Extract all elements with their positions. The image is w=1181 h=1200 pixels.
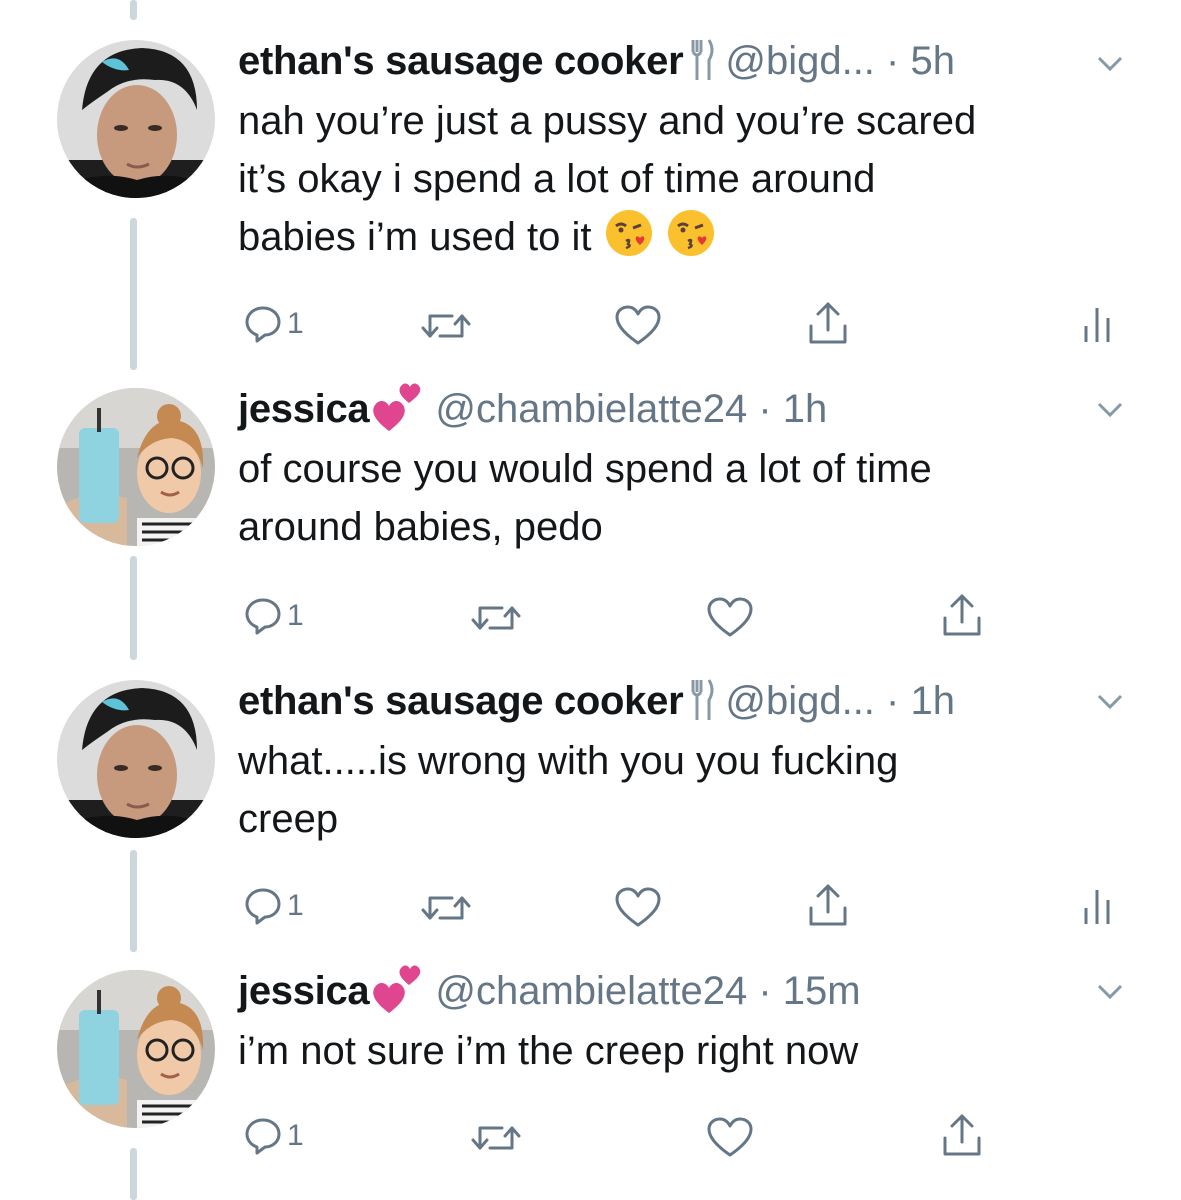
- share-icon: [943, 1114, 981, 1156]
- heart-icon: [615, 305, 661, 345]
- tweet[interactable]: jessica @chambielatte24 · 15m i’m not su…: [0, 960, 1181, 1200]
- kissing-face-emoji: [666, 208, 716, 274]
- reply-icon: [245, 888, 281, 925]
- tweet-text: of course you would spend a lot of time …: [238, 440, 1138, 556]
- tweet-line: i’m not sure i’m the creep right now: [238, 1029, 859, 1073]
- like-button[interactable]: [706, 1116, 754, 1158]
- tweet-line: nah you’re just a pussy and you’re scare…: [238, 99, 977, 143]
- reply-count: 1: [287, 889, 304, 922]
- analytics-button[interactable]: [1082, 886, 1112, 926]
- tweet-header: jessica @chambielatte24 · 15m: [238, 964, 861, 1016]
- chevron-down-icon[interactable]: [1095, 976, 1125, 1006]
- fork-and-knife-icon: [689, 36, 715, 87]
- analytics-button[interactable]: [1082, 304, 1112, 344]
- tweet-actions: 1: [0, 590, 1181, 640]
- tweet-actions: 1: [0, 880, 1181, 930]
- tweet-text: what.....is wrong with you you fucking c…: [238, 732, 1138, 848]
- tweet-line: babies i’m used to it: [238, 215, 592, 259]
- share-button[interactable]: [940, 592, 984, 638]
- tweet-line: around babies, pedo: [238, 505, 603, 549]
- share-button[interactable]: [806, 882, 850, 928]
- handle-and-time[interactable]: @chambielatte24 · 1h: [435, 387, 827, 432]
- tweet-line: creep: [238, 797, 339, 841]
- like-button[interactable]: [614, 304, 662, 346]
- tweet-actions: 1: [0, 1110, 1181, 1160]
- retweet-button[interactable]: [418, 890, 474, 926]
- avatar[interactable]: [57, 970, 215, 1128]
- tweet-line: of course you would spend a lot of time: [238, 447, 932, 491]
- tweet-header: ethan's sausage cooker @bigd... · 5h: [238, 36, 955, 86]
- retweet-icon: [421, 314, 471, 338]
- tweet[interactable]: jessica @chambielatte24 · 1h of course y…: [0, 380, 1181, 670]
- reply-button[interactable]: 1: [243, 596, 304, 636]
- retweet-button[interactable]: [468, 1120, 524, 1156]
- tweet-header: jessica @chambielatte24 · 1h: [238, 382, 827, 434]
- tweet[interactable]: ethan's sausage cooker @bigd... · 1h wha…: [0, 670, 1181, 960]
- share-icon: [943, 594, 981, 636]
- reply-count: 1: [287, 1119, 304, 1152]
- display-name[interactable]: jessica: [238, 387, 370, 432]
- tweet-line: it’s okay i spend a lot of time around: [238, 157, 876, 201]
- handle-and-time[interactable]: @bigd... · 5h: [725, 39, 955, 84]
- retweet-button[interactable]: [468, 600, 524, 636]
- display-name[interactable]: ethan's sausage cooker: [238, 39, 684, 84]
- tweet-header: ethan's sausage cooker @bigd... · 1h: [238, 676, 955, 726]
- heart-icon: [615, 887, 661, 927]
- retweet-icon: [471, 606, 521, 630]
- reply-button[interactable]: 1: [243, 304, 304, 344]
- retweet-button[interactable]: [418, 308, 474, 344]
- tweet-text: nah you’re just a pussy and you’re scare…: [238, 92, 1138, 274]
- fork-and-knife-icon: [689, 676, 715, 727]
- heart-icon: [707, 1117, 753, 1157]
- reply-icon: [245, 306, 281, 343]
- like-button[interactable]: [706, 596, 754, 638]
- avatar[interactable]: [57, 388, 215, 546]
- reply-count: 1: [287, 599, 304, 632]
- reply-icon: [245, 598, 281, 635]
- retweet-icon: [421, 896, 471, 920]
- chevron-down-icon[interactable]: [1095, 394, 1125, 424]
- two-hearts-emoji: [369, 379, 425, 440]
- reply-count: 1: [287, 307, 304, 340]
- analytics-icon: [1084, 308, 1110, 342]
- share-icon: [809, 884, 847, 926]
- share-button[interactable]: [940, 1112, 984, 1158]
- reply-button[interactable]: 1: [243, 1116, 304, 1156]
- handle-and-time[interactable]: @chambielatte24 · 15m: [435, 969, 860, 1014]
- reply-icon: [245, 1118, 281, 1155]
- share-icon: [809, 302, 847, 344]
- reply-button[interactable]: 1: [243, 886, 304, 926]
- handle-and-time[interactable]: @bigd... · 1h: [725, 679, 955, 724]
- tweet[interactable]: ethan's sausage cooker @bigd... · 5h nah…: [0, 0, 1181, 380]
- analytics-icon: [1084, 890, 1110, 924]
- tweet-text: i’m not sure i’m the creep right now: [238, 1022, 1138, 1080]
- tweet-actions: 1: [0, 298, 1181, 348]
- tweet-line: what.....is wrong with you you fucking: [238, 739, 899, 783]
- share-button[interactable]: [806, 300, 850, 346]
- like-button[interactable]: [614, 886, 662, 928]
- avatar[interactable]: [57, 680, 215, 838]
- heart-icon: [707, 597, 753, 637]
- display-name[interactable]: jessica: [238, 969, 370, 1014]
- display-name[interactable]: ethan's sausage cooker: [238, 679, 684, 724]
- retweet-icon: [471, 1126, 521, 1150]
- chevron-down-icon[interactable]: [1095, 48, 1125, 78]
- kissing-face-emoji: [604, 208, 654, 274]
- avatar[interactable]: [57, 40, 215, 198]
- two-hearts-emoji: [369, 961, 425, 1022]
- chevron-down-icon[interactable]: [1095, 686, 1125, 716]
